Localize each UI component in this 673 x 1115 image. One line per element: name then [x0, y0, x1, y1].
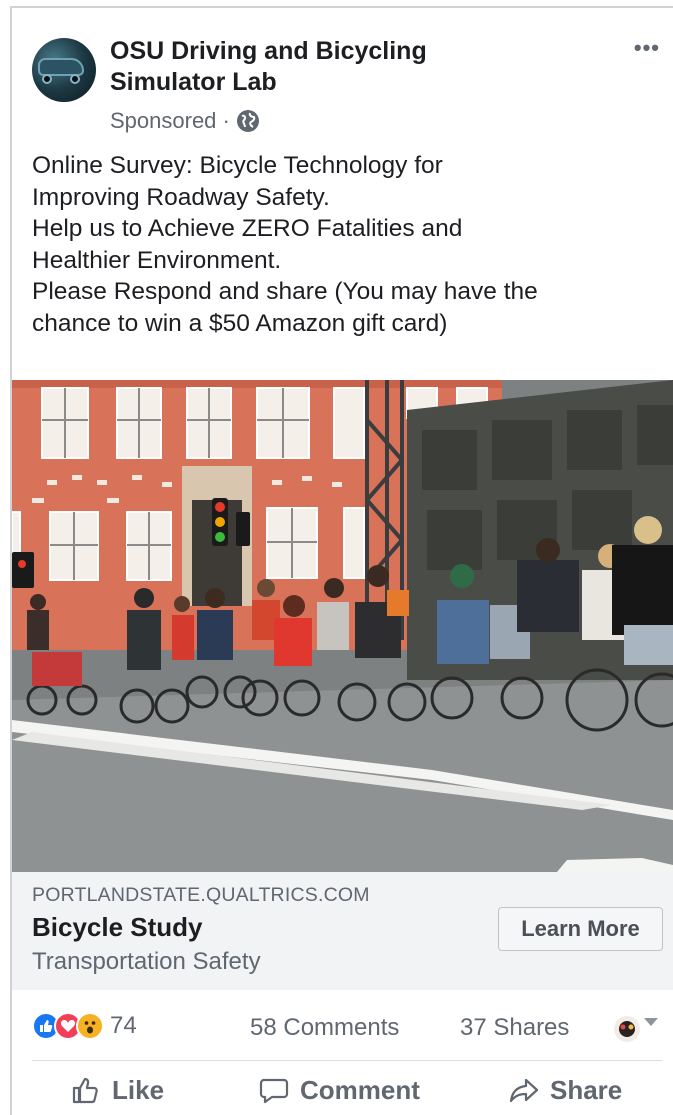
link-title[interactable]: Bicycle Study: [32, 912, 203, 943]
post-text-line: Improving Roadway Safety.: [32, 183, 330, 211]
comments-count[interactable]: 58 Comments: [250, 1014, 399, 1042]
post-text-line: Online Survey: Bicycle Technology for: [32, 152, 443, 179]
post-actions-bar: Like Comment Share: [12, 1068, 673, 1115]
thumbs-up-icon: [72, 1077, 98, 1104]
post-message: Online Survey: Bicycle Technology for Im…: [32, 150, 672, 339]
sponsored-post-card: OSU Driving and Bicycling Simulator Lab …: [10, 6, 673, 1115]
sponsored-text: Sponsored ·: [110, 108, 230, 133]
post-text-line: chance to win a $50 Amazon gift card): [32, 309, 448, 337]
post-text-line: Please Respond and share (You may have t…: [32, 278, 538, 305]
cyclists-street-photo: [12, 380, 673, 872]
learn-more-button[interactable]: Learn More: [498, 907, 663, 951]
caret-down-icon[interactable]: [644, 1018, 658, 1026]
link-domain: PORTLANDSTATE.QUALTRICS.COM: [32, 884, 370, 906]
shares-count[interactable]: 37 Shares: [460, 1014, 569, 1042]
share-arrow-icon: [509, 1078, 539, 1103]
ad-photo-cyclists[interactable]: [12, 380, 673, 872]
post-text-line: Help us to Achieve ZERO Fatalities and: [32, 215, 463, 242]
page-avatar[interactable]: [32, 38, 96, 102]
wow-reaction-icon: [76, 1012, 104, 1040]
share-label: Share: [550, 1074, 623, 1105]
reactions-summary[interactable]: 74: [32, 1012, 137, 1040]
page-name-line-1: OSU Driving and Bicycling: [110, 37, 427, 65]
actions-divider: [32, 1060, 662, 1061]
link-description: Transportation Safety: [32, 948, 261, 975]
comment-button[interactable]: Comment: [258, 1074, 420, 1106]
reaction-count: 74: [110, 1012, 137, 1039]
globe-icon: [236, 110, 259, 132]
sponsored-label[interactable]: Sponsored ·: [110, 108, 260, 134]
comment-label: Comment: [300, 1074, 420, 1105]
like-button[interactable]: Like: [70, 1074, 164, 1106]
link-preview[interactable]: PORTLANDSTATE.QUALTRICS.COM Bicycle Stud…: [12, 872, 673, 990]
comment-bubble-icon: [259, 1078, 289, 1104]
more-options-icon[interactable]: •••: [634, 37, 660, 59]
share-button[interactable]: Share: [508, 1074, 622, 1106]
page-name-line-2: Simulator Lab: [110, 68, 277, 96]
like-label: Like: [112, 1074, 165, 1105]
post-text-line: Healthier Environment.: [32, 246, 282, 274]
engagement-stats: 74 58 Comments 37 Shares: [32, 1006, 662, 1050]
page-name-link[interactable]: OSU Driving and Bicycling Simulator Lab: [110, 36, 580, 98]
viewer-avatar[interactable]: [612, 1014, 642, 1044]
post-header: OSU Driving and Bicycling Simulator Lab …: [32, 32, 662, 142]
